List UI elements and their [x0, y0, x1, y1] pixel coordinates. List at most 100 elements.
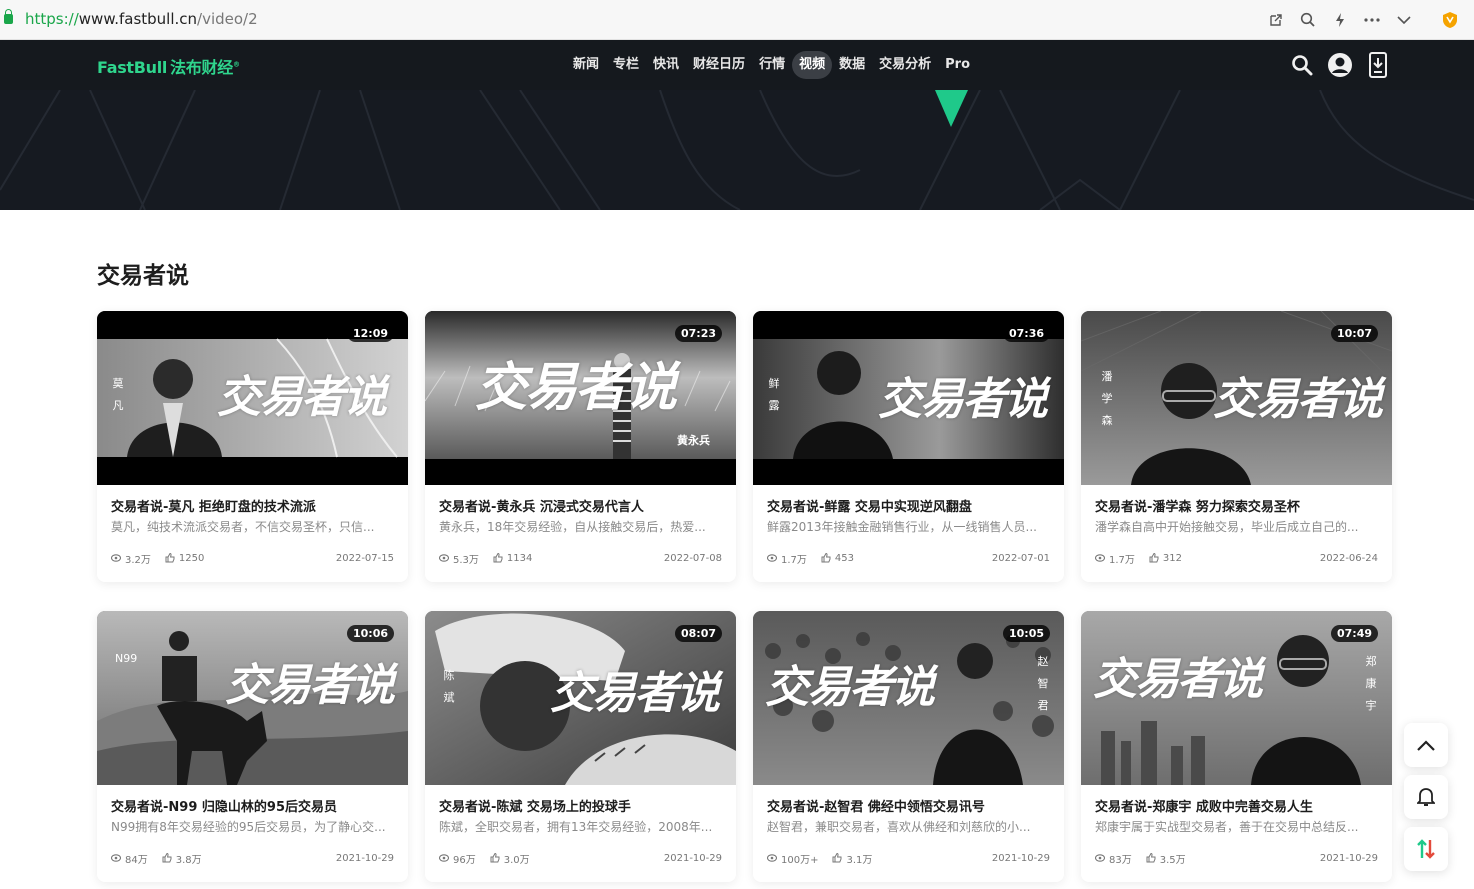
- nav-item-columns[interactable]: 专栏: [606, 51, 646, 79]
- thumbs-up-icon: [162, 853, 172, 863]
- eye-icon: [1095, 854, 1105, 862]
- logo-text-cn: 法布财经: [170, 58, 233, 77]
- video-thumbnail[interactable]: 交易者说 潘学森 10:07: [1081, 311, 1392, 485]
- thumb-logo-text: 交易者说: [475, 357, 677, 418]
- video-description: 郑康宇属于实战型交易者，善于在交易中总结反...: [1095, 820, 1359, 834]
- bell-icon: [1417, 788, 1435, 806]
- lightning-icon[interactable]: [1328, 8, 1352, 32]
- like-count-value: 453: [834, 552, 854, 564]
- nav-item-flash[interactable]: 快讯: [646, 51, 686, 79]
- video-title[interactable]: 交易者说-鲜露 交易中实现逆风翻盘: [767, 496, 1052, 515]
- nav-item-calendar[interactable]: 财经日历: [686, 51, 752, 79]
- video-card[interactable]: 交易者说 赵智君 10:05 交易者说-赵智君 佛经中领悟交易讯号 赵智君，兼职…: [753, 611, 1064, 882]
- more-icon[interactable]: [1360, 8, 1384, 32]
- video-card[interactable]: 交易者说 潘学森 10:07 交易者说-潘学森 努力探索交易圣杯 潘学森自高中开…: [1081, 311, 1392, 582]
- video-duration: 07:36: [1002, 325, 1050, 342]
- notification-button[interactable]: [1404, 775, 1448, 819]
- publish-date: 2021-10-29: [1319, 852, 1378, 864]
- thumb-person-name: N99: [115, 652, 138, 665]
- nav-item-pro[interactable]: Pro: [938, 51, 977, 79]
- video-duration: 12:09: [346, 325, 394, 342]
- video-thumbnail[interactable]: 交易者说 N99 10:06: [97, 611, 408, 785]
- video-title[interactable]: 交易者说-莫凡 拒绝盯盘的技术流派: [111, 496, 396, 515]
- thumbs-up-icon: [493, 553, 503, 563]
- video-card[interactable]: 交易者说 陈斌 08:07 交易者说-陈斌 交易场上的投球手 陈斌，全职交易者，…: [425, 611, 736, 882]
- video-duration: 08:07: [674, 625, 722, 642]
- video-title[interactable]: 交易者说-黄永兵 沉浸式交易代言人: [439, 496, 724, 515]
- eye-icon: [767, 854, 777, 862]
- video-card[interactable]: 交易者说 郑康宇 07:49 交易者说-郑康宇 成败中完善交易人生 郑康宇属于实…: [1081, 611, 1392, 882]
- eye-icon: [767, 554, 777, 562]
- view-count-value: 3.2万: [125, 554, 151, 566]
- nav-item-data[interactable]: 数据: [832, 51, 872, 79]
- thumb-logo-text: 交易者说: [550, 668, 720, 719]
- open-external-icon[interactable]: [1264, 8, 1288, 32]
- user-avatar-icon[interactable]: [1326, 51, 1354, 79]
- video-title[interactable]: 交易者说-郑康宇 成败中完善交易人生: [1095, 796, 1380, 815]
- video-duration: 10:07: [1330, 325, 1378, 342]
- shield-icon[interactable]: [1438, 8, 1462, 32]
- like-count-value: 312: [1162, 552, 1182, 564]
- video-title[interactable]: 交易者说-N99 归隐山林的95后交易员: [111, 796, 396, 815]
- view-count-value: 1.7万: [781, 554, 807, 566]
- thumbs-up-icon: [1146, 853, 1156, 863]
- video-card[interactable]: 交易者说 N99 10:06 交易者说-N99 归隐山林的95后交易员 N99拥…: [97, 611, 408, 882]
- video-thumbnail[interactable]: 交易者说 郑康宇 07:49: [1081, 611, 1392, 785]
- video-duration: 07:23: [674, 325, 722, 342]
- site-header: FastBull 法布财经® 新闻 专栏 快讯 财经日历 行情 视频 数据 交易分…: [0, 40, 1474, 90]
- thumbs-up-icon: [821, 553, 831, 563]
- like-count: 312: [1149, 553, 1182, 564]
- view-count-value: 100万+: [781, 854, 819, 866]
- thumb-logo-text: 交易者说: [878, 374, 1048, 425]
- video-thumbnail[interactable]: 交易者说 赵智君 10:05: [753, 611, 1064, 785]
- video-thumbnail[interactable]: 交易者说 莫凡 12:09: [97, 311, 408, 485]
- nav-item-video[interactable]: 视频: [792, 51, 833, 79]
- search-icon[interactable]: [1288, 51, 1316, 79]
- view-count: 1.7万: [767, 551, 807, 566]
- view-count: 5.3万: [439, 551, 479, 566]
- video-title[interactable]: 交易者说-潘学森 努力探索交易圣杯: [1095, 496, 1380, 515]
- nav-item-analysis[interactable]: 交易分析: [872, 51, 938, 79]
- video-title[interactable]: 交易者说-赵智君 佛经中领悟交易讯号: [767, 796, 1052, 815]
- video-card[interactable]: 交易者说 鲜露 07:36 交易者说-鲜露 交易中实现逆风翻盘 鲜露2013年接…: [753, 311, 1064, 582]
- main-nav: 新闻 专栏 快讯 财经日历 行情 视频 数据 交易分析 Pro: [566, 51, 977, 79]
- thumbs-up-icon: [832, 853, 842, 863]
- url-field[interactable]: https://www.fastbull.cn/video/2: [25, 10, 258, 28]
- video-thumbnail[interactable]: 交易者说 鲜露 07:36: [753, 311, 1064, 485]
- view-count-value: 5.3万: [453, 554, 479, 566]
- thumb-person-name: 陈斌: [443, 669, 455, 704]
- view-count: 84万: [111, 851, 148, 866]
- view-count-value: 84万: [125, 854, 148, 866]
- like-count-value: 1250: [178, 552, 205, 564]
- like-count: 3.1万: [832, 851, 872, 866]
- like-count-value: 3.8万: [175, 854, 202, 866]
- video-description: 莫凡，纯技术流派交易者，不信交易圣杯，只信...: [111, 520, 375, 534]
- video-description: 潘学森自高中开始接触交易，毕业后成立自己的...: [1095, 520, 1359, 534]
- video-title[interactable]: 交易者说-陈斌 交易场上的投球手: [439, 796, 724, 815]
- video-description: 赵智君，兼职交易者，喜欢从佛经和刘慈欣的小...: [767, 820, 1031, 834]
- like-count: 3.0万: [490, 851, 530, 866]
- zoom-icon[interactable]: [1296, 8, 1320, 32]
- eye-icon: [1095, 554, 1105, 562]
- logo-text-en: FastBull: [97, 58, 168, 77]
- like-count: 453: [821, 553, 854, 564]
- fastbull-logo[interactable]: FastBull 法布财经®: [97, 54, 240, 78]
- video-duration: 10:05: [1002, 625, 1050, 642]
- trade-toggle-button[interactable]: [1404, 827, 1448, 871]
- url-host: www.fastbull.cn: [78, 10, 198, 28]
- logo-registered-mark: ®: [232, 60, 240, 69]
- view-count-value: 1.7万: [1109, 554, 1135, 566]
- chevron-down-icon[interactable]: [1392, 8, 1416, 32]
- video-card[interactable]: 交易者说 黄永兵 07:23 交易者说-黄永兵 沉浸式交易代言人 黄永兵，18年…: [425, 311, 736, 582]
- nav-item-quotes[interactable]: 行情: [752, 51, 792, 79]
- back-to-top-button[interactable]: [1404, 723, 1448, 767]
- thumb-person-name: 赵智君: [1037, 655, 1049, 712]
- video-thumbnail[interactable]: 交易者说 黄永兵 07:23: [425, 311, 736, 485]
- thumb-person-name: 鲜露: [768, 377, 780, 412]
- nav-item-news[interactable]: 新闻: [566, 51, 606, 79]
- video-card[interactable]: 交易者说 莫凡 12:09 交易者说-莫凡 拒绝盯盘的技术流派 莫凡，纯技术流派…: [97, 311, 408, 582]
- video-description: 黄永兵，18年交易经验，自从接触交易后，热爱...: [439, 520, 706, 534]
- mobile-app-icon[interactable]: [1364, 51, 1392, 79]
- video-duration: 10:06: [346, 625, 394, 642]
- video-thumbnail[interactable]: 交易者说 陈斌 08:07: [425, 611, 736, 785]
